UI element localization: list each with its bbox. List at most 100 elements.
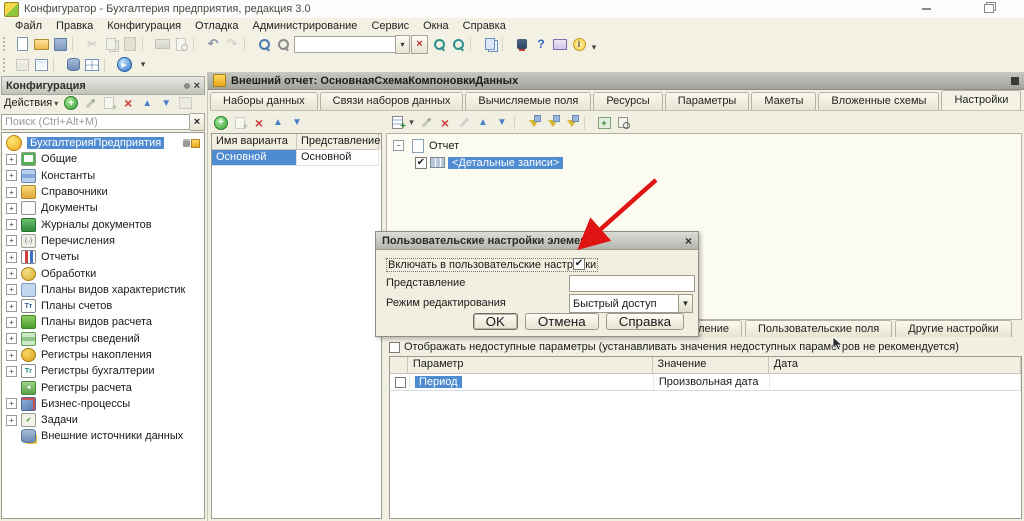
parameter-checkbox[interactable] — [395, 377, 406, 388]
toolbar-grip[interactable] — [3, 37, 10, 51]
global-search-icon[interactable] — [255, 36, 273, 53]
print-icon[interactable] — [153, 36, 171, 53]
save-icon[interactable] — [51, 36, 69, 53]
zoom-icon[interactable] — [274, 36, 292, 53]
move-out-of-group-icon[interactable] — [563, 114, 581, 131]
tree-item[interactable]: +Планы видов расчета — [2, 314, 204, 330]
quick-search-combo[interactable]: ▾ × — [294, 35, 428, 54]
start-debugging-icon[interactable] — [115, 56, 133, 73]
expand-icon[interactable]: + — [6, 235, 17, 246]
parameter-name-cell[interactable]: Период — [410, 374, 654, 391]
close-icon[interactable]: × — [194, 80, 200, 92]
expand-icon[interactable]: + — [6, 203, 17, 214]
expand-icon[interactable]: + — [6, 219, 17, 230]
pin-icon[interactable] — [184, 83, 190, 89]
tab-item[interactable]: Вложенные схемы — [818, 92, 939, 110]
tree-item[interactable]: +Документы — [2, 200, 204, 216]
copy-icon[interactable] — [102, 36, 120, 53]
more-caret-icon[interactable] — [589, 36, 599, 53]
help-button[interactable]: Справка — [606, 313, 684, 330]
help-book-icon[interactable] — [551, 36, 569, 53]
print-preview-icon[interactable] — [172, 36, 190, 53]
add-element-icon[interactable] — [388, 114, 406, 131]
menu-item[interactable]: Отладка — [188, 20, 245, 32]
move-down-icon[interactable] — [493, 114, 511, 131]
settings-bottom-tab[interactable]: Пользовательские поля — [745, 320, 892, 337]
autoorder-icon[interactable] — [455, 114, 473, 131]
tree-item-detail-records[interactable]: <Детальные записи> — [415, 154, 1021, 171]
delete-icon[interactable] — [250, 114, 268, 131]
expand-icon[interactable]: + — [6, 170, 17, 181]
tree-item[interactable]: +Константы — [2, 168, 204, 184]
tab-item[interactable]: Ресурсы — [593, 92, 662, 110]
minimize-button[interactable] — [913, 2, 939, 15]
parameter-checkbox-cell[interactable] — [390, 374, 410, 391]
combo-dropdown-icon[interactable]: ▾ — [395, 35, 410, 54]
settings-bottom-tab[interactable]: Другие настройки — [895, 320, 1011, 337]
new-form-icon[interactable] — [32, 56, 50, 73]
tree-item[interactable]: +Планы счетов — [2, 298, 204, 314]
redo-icon[interactable] — [223, 36, 241, 53]
copy-special-icon[interactable] — [481, 36, 499, 53]
tree-item[interactable]: +Перечисления — [2, 233, 204, 249]
delete-icon[interactable] — [119, 95, 137, 112]
settings-add-icon[interactable] — [595, 114, 613, 131]
expand-icon[interactable]: + — [6, 252, 17, 263]
tree-item[interactable]: БухгалтерияПредприятия — [2, 135, 204, 151]
toolbar-grip[interactable] — [3, 58, 10, 72]
toolbar-caret-icon[interactable] — [134, 56, 152, 73]
column-header[interactable]: Дата — [769, 357, 1021, 374]
search-clear-icon[interactable]: × — [190, 113, 205, 131]
tree-item[interactable]: +Регистры накопления — [2, 347, 204, 363]
parameter-row[interactable]: ПериодПроизвольная дата — [390, 374, 1021, 391]
tab-item[interactable]: Макеты — [751, 92, 816, 110]
cancel-button[interactable]: Отмена — [525, 313, 599, 330]
ok-button[interactable]: OK — [473, 313, 518, 330]
table-icon[interactable] — [83, 56, 101, 73]
dropdown-icon[interactable]: ▼ — [678, 295, 692, 312]
tree-item[interactable]: +Задачи — [2, 412, 204, 428]
menu-item[interactable]: Окна — [416, 20, 456, 32]
syntax-check-icon[interactable] — [513, 36, 531, 53]
find-next-icon[interactable] — [430, 36, 448, 53]
delete-icon[interactable] — [436, 114, 454, 131]
grouping-icon[interactable] — [525, 114, 543, 131]
expand-icon[interactable]: + — [6, 268, 17, 279]
edit-icon[interactable] — [81, 95, 99, 112]
move-up-icon[interactable] — [138, 95, 156, 112]
parameter-date-cell[interactable] — [770, 374, 1021, 391]
edit-mode-select[interactable]: Быстрый доступ ▼ — [569, 294, 693, 313]
add-icon[interactable] — [212, 114, 230, 131]
form-icon[interactable] — [13, 56, 31, 73]
expand-icon[interactable]: + — [6, 398, 17, 409]
tree-item[interactable]: +Отчеты — [2, 249, 204, 265]
tab-active[interactable]: Настройки — [941, 90, 1021, 110]
menu-item[interactable]: Правка — [49, 20, 100, 32]
move-down-icon[interactable] — [288, 114, 306, 131]
checkbox-column-header[interactable] — [390, 357, 408, 374]
detail-records-checkbox[interactable] — [415, 157, 427, 169]
column-header[interactable]: Значение — [653, 357, 769, 374]
menu-item[interactable]: Справка — [456, 20, 513, 32]
expand-icon[interactable]: + — [6, 333, 17, 344]
tree-item[interactable]: +Справочники — [2, 184, 204, 200]
close-icon[interactable]: × — [685, 234, 692, 248]
open-icon[interactable] — [32, 36, 50, 53]
column-header[interactable]: Параметр — [408, 357, 653, 374]
presentation-input[interactable] — [569, 275, 695, 292]
expand-icon[interactable]: + — [6, 284, 17, 295]
sort-icon[interactable] — [176, 95, 194, 112]
variant-name-cell[interactable]: Основной — [212, 150, 297, 166]
about-icon[interactable] — [570, 36, 588, 53]
tree-item[interactable]: +Бизнес-процессы — [2, 396, 204, 412]
collapse-icon[interactable]: − — [393, 140, 404, 151]
variant-row[interactable]: ОсновнойОсновной — [212, 150, 381, 166]
add-icon[interactable] — [62, 95, 80, 112]
tab-item[interactable]: Связи наборов данных — [320, 92, 464, 110]
quick-search-input[interactable] — [294, 36, 395, 53]
actions-menu[interactable]: Действия — [4, 97, 52, 109]
chevron-down-icon[interactable]: ▾ — [54, 99, 58, 108]
search-input[interactable] — [1, 114, 190, 130]
tree-item[interactable]: +Обработки — [2, 265, 204, 281]
settings-search-icon[interactable] — [614, 114, 632, 131]
